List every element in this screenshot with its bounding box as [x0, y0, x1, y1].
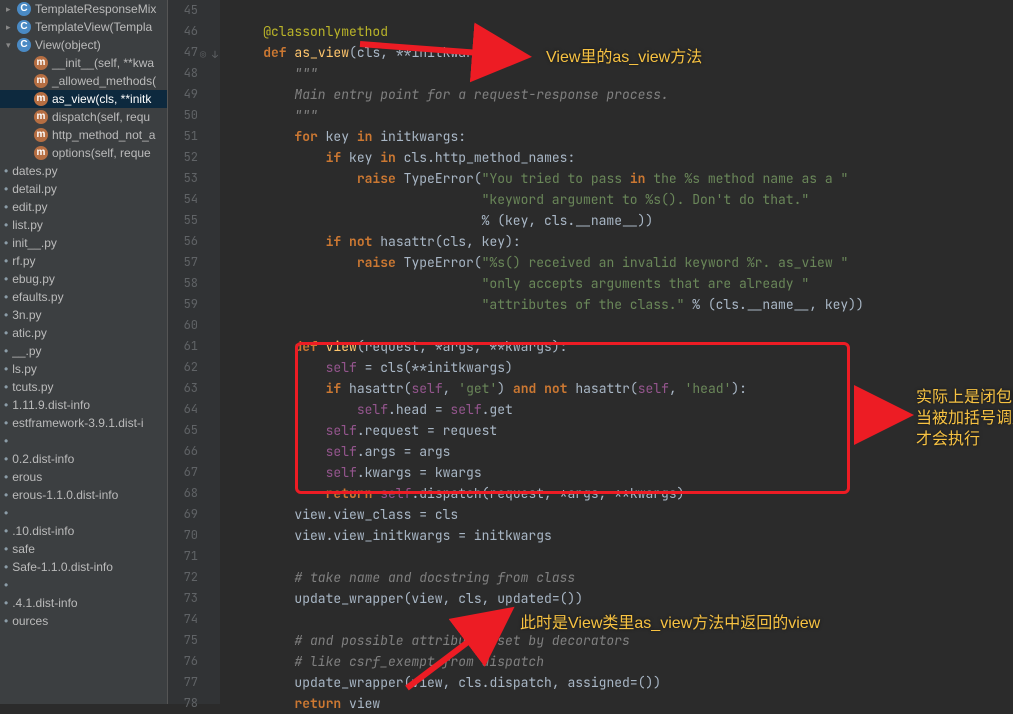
file-item[interactable]: ls.py [0, 360, 167, 378]
line-number: 45 [168, 0, 220, 21]
code-editor[interactable]: 454647◎ ↓4849505152535455565758596061626… [168, 0, 1013, 704]
file-item[interactable]: atic.py [0, 324, 167, 342]
method-item[interactable]: m__init__(self, **kwa [0, 54, 167, 72]
class-item[interactable]: ▸CTemplateResponseMix [0, 0, 167, 18]
class-item[interactable]: ▾CView(object) [0, 36, 167, 54]
line-number: 73 [168, 588, 220, 609]
line-number: 59 [168, 294, 220, 315]
line-number: 76 [168, 651, 220, 672]
method-label: dispatch(self, requ [52, 110, 150, 124]
line-number: 66 [168, 441, 220, 462]
line-number: 47◎ ↓ [168, 42, 220, 63]
line-number: 75 [168, 630, 220, 651]
file-item[interactable]: efaults.py [0, 288, 167, 306]
file-item[interactable]: list.py [0, 216, 167, 234]
line-number: 54 [168, 189, 220, 210]
line-number: 55 [168, 210, 220, 231]
line-number: 56 [168, 231, 220, 252]
code-content[interactable]: @classonlymethod def as_view(cls, **init… [232, 0, 1013, 714]
line-number: 61 [168, 336, 220, 357]
method-item[interactable]: moptions(self, reque [0, 144, 167, 162]
file-item[interactable] [0, 432, 167, 450]
file-item[interactable]: __.py [0, 342, 167, 360]
code-area[interactable]: @classonlymethod def as_view(cls, **init… [220, 0, 1013, 704]
line-number: 62 [168, 357, 220, 378]
file-item[interactable]: tcuts.py [0, 378, 167, 396]
line-number: 71 [168, 546, 220, 567]
line-number: 77 [168, 672, 220, 693]
line-number: 60 [168, 315, 220, 336]
line-number: 69 [168, 504, 220, 525]
file-item[interactable]: detail.py [0, 180, 167, 198]
line-number: 48 [168, 63, 220, 84]
method-item[interactable]: mdispatch(self, requ [0, 108, 167, 126]
line-number: 70 [168, 525, 220, 546]
method-label: as_view(cls, **initk [52, 92, 151, 106]
file-item[interactable]: ources [0, 612, 167, 630]
line-number: 53 [168, 168, 220, 189]
line-number: 50 [168, 105, 220, 126]
line-number: 72 [168, 567, 220, 588]
line-number: 65 [168, 420, 220, 441]
line-number: 74 [168, 609, 220, 630]
file-item[interactable]: init__.py [0, 234, 167, 252]
line-number: 64 [168, 399, 220, 420]
file-item[interactable]: estframework-3.9.1.dist-i [0, 414, 167, 432]
method-label: _allowed_methods( [52, 74, 156, 88]
file-item[interactable] [0, 504, 167, 522]
method-item[interactable]: m_allowed_methods( [0, 72, 167, 90]
line-number: 67 [168, 462, 220, 483]
method-label: http_method_not_a [52, 128, 155, 142]
file-item[interactable]: safe [0, 540, 167, 558]
line-number: 58 [168, 273, 220, 294]
file-item[interactable]: .10.dist-info [0, 522, 167, 540]
file-item[interactable]: erous-1.1.0.dist-info [0, 486, 167, 504]
class-label: TemplateView(Templa [35, 20, 152, 34]
file-item[interactable]: dates.py [0, 162, 167, 180]
file-item[interactable]: rf.py [0, 252, 167, 270]
line-number: 52 [168, 147, 220, 168]
file-item[interactable]: edit.py [0, 198, 167, 216]
line-number: 57 [168, 252, 220, 273]
line-number: 51 [168, 126, 220, 147]
class-label: View(object) [35, 38, 101, 52]
method-label: options(self, reque [52, 146, 151, 160]
class-item[interactable]: ▸CTemplateView(Templa [0, 18, 167, 36]
file-item[interactable]: .4.1.dist-info [0, 594, 167, 612]
method-item[interactable]: mhttp_method_not_a [0, 126, 167, 144]
line-number: 49 [168, 84, 220, 105]
file-item[interactable]: 1.11.9.dist-info [0, 396, 167, 414]
method-label: __init__(self, **kwa [52, 56, 154, 70]
file-item[interactable]: erous [0, 468, 167, 486]
method-item-selected[interactable]: mas_view(cls, **initk [0, 90, 167, 108]
line-number: 46 [168, 21, 220, 42]
file-item[interactable]: ebug.py [0, 270, 167, 288]
file-item[interactable]: 3n.py [0, 306, 167, 324]
file-item[interactable] [0, 576, 167, 594]
class-label: TemplateResponseMix [35, 2, 156, 16]
file-item[interactable]: Safe-1.1.0.dist-info [0, 558, 167, 576]
structure-sidebar[interactable]: ▸CTemplateResponseMix ▸CTemplateView(Tem… [0, 0, 168, 704]
line-number: 63 [168, 378, 220, 399]
line-number: 68 [168, 483, 220, 504]
file-item[interactable]: 0.2.dist-info [0, 450, 167, 468]
line-gutter: 454647◎ ↓4849505152535455565758596061626… [168, 0, 220, 704]
